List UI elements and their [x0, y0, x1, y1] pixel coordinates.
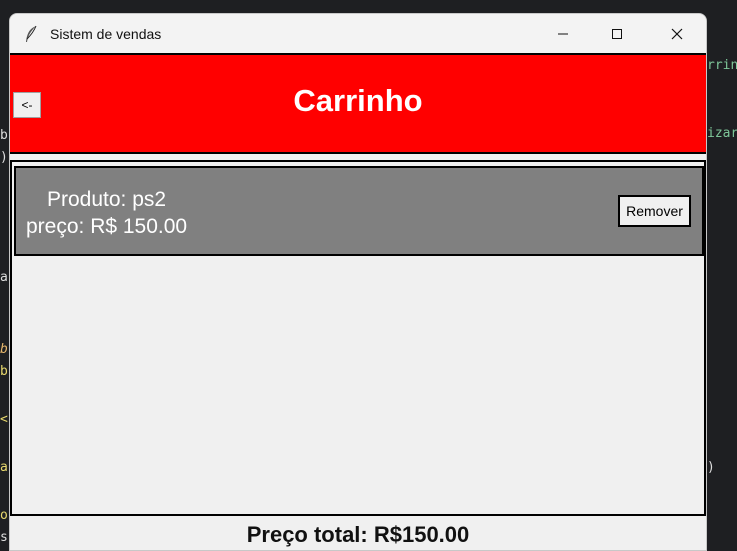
total-price: Preço total: R$150.00: [246, 522, 470, 547]
editor-fragment: b: [0, 364, 8, 379]
sales-app-window: Sistem de vendas <- Carrinho Produto: ps…: [9, 13, 707, 551]
minimize-button[interactable]: [540, 14, 586, 53]
editor-fragment: rrin: [707, 58, 737, 73]
cart-footer: Preço total: R$150.00: [10, 516, 706, 550]
feather-icon: [22, 25, 40, 43]
close-icon: [671, 28, 683, 39]
editor-fragment: ): [0, 150, 8, 165]
close-button[interactable]: [654, 14, 700, 53]
editor-fragment: <: [0, 412, 8, 427]
product-price: preço: R$ 150.00: [26, 215, 188, 238]
minimize-icon: [558, 33, 568, 34]
cart-item-details: Produto: ps2 preço: R$ 150.00: [26, 186, 187, 240]
window-titlebar[interactable]: Sistem de vendas: [10, 14, 706, 53]
editor-fragment: b: [0, 342, 8, 357]
editor-fragment: a: [0, 460, 8, 475]
editor-fragment: s: [0, 530, 8, 545]
maximize-button[interactable]: [594, 14, 640, 53]
window-title: Sistem de vendas: [50, 25, 162, 42]
editor-fragment: b: [0, 128, 8, 143]
editor-fragment: a: [0, 270, 8, 285]
page-title: Carrinho: [293, 83, 423, 118]
remove-item-button[interactable]: Remover: [618, 195, 691, 227]
cart-item-list: Produto: ps2 preço: R$ 150.00 Remover: [10, 160, 706, 516]
editor-fragment: izar: [707, 126, 737, 141]
cart-item: Produto: ps2 preço: R$ 150.00 Remover: [14, 166, 704, 256]
maximize-icon: [612, 28, 622, 39]
cart-header: <- Carrinho: [10, 53, 706, 154]
editor-fragment: o: [0, 508, 8, 523]
product-name: Produto: ps2: [47, 188, 167, 211]
editor-fragment: ): [707, 460, 715, 475]
